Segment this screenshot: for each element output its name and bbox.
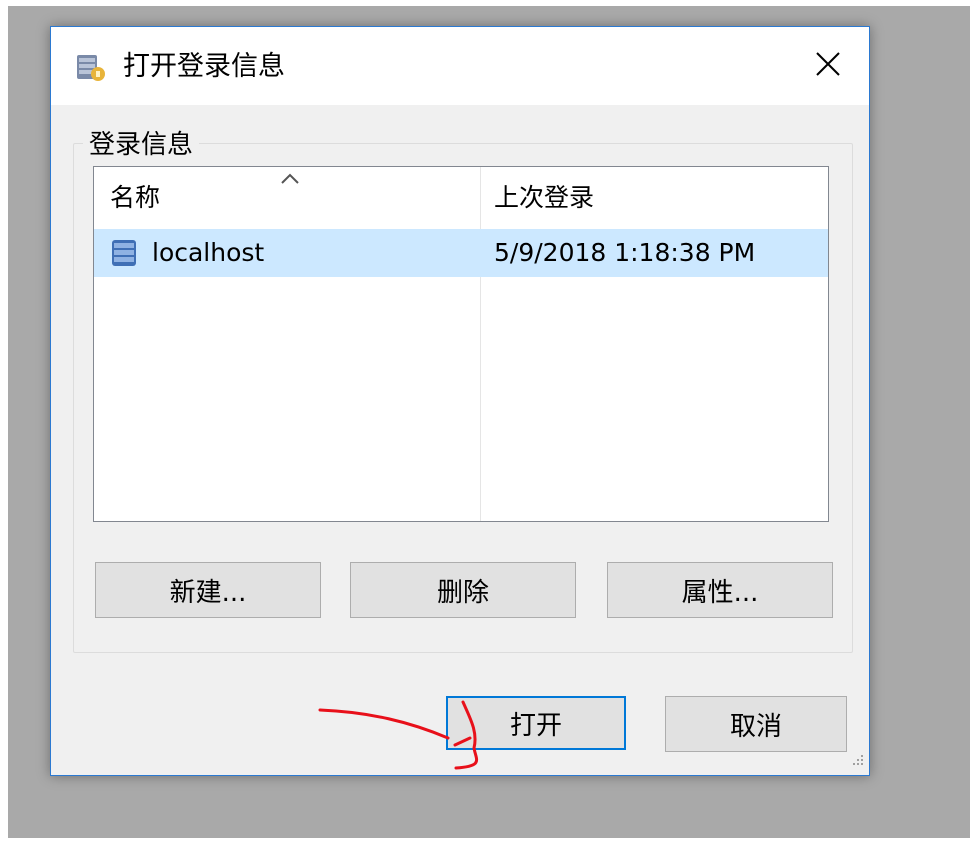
open-button[interactable]: 打开 [446, 696, 626, 750]
list-header: 名称 上次登录 [94, 167, 828, 229]
sort-ascending-icon [280, 171, 300, 190]
close-icon [815, 51, 841, 81]
dialog-title: 打开登录信息 [123, 51, 285, 82]
list-item-last-login: 5/9/2018 1:18:38 PM [494, 238, 756, 267]
delete-button[interactable]: 删除 [350, 562, 576, 618]
database-icon [110, 238, 138, 272]
close-button[interactable] [787, 27, 869, 105]
list-item[interactable]: localhost 5/9/2018 1:18:38 PM [94, 229, 828, 277]
cancel-button[interactable]: 取消 [665, 696, 847, 752]
column-header-last-login[interactable]: 上次登录 [494, 167, 594, 229]
properties-button[interactable]: 属性... [607, 562, 833, 618]
resize-grip-icon[interactable] [849, 751, 865, 771]
login-list[interactable]: 名称 上次登录 localhost 5/9/2018 1:18:38 PM [93, 166, 829, 522]
list-item-name: localhost [152, 238, 265, 267]
open-login-dialog: 打开登录信息 登录信息 名称 上次登录 localhost 5/9/2018 1… [50, 26, 870, 776]
title-bar: 打开登录信息 [51, 27, 869, 105]
new-button[interactable]: 新建... [95, 562, 321, 618]
database-login-icon [75, 51, 107, 83]
column-header-name[interactable]: 名称 [110, 167, 160, 229]
group-label: 登录信息 [83, 127, 200, 163]
